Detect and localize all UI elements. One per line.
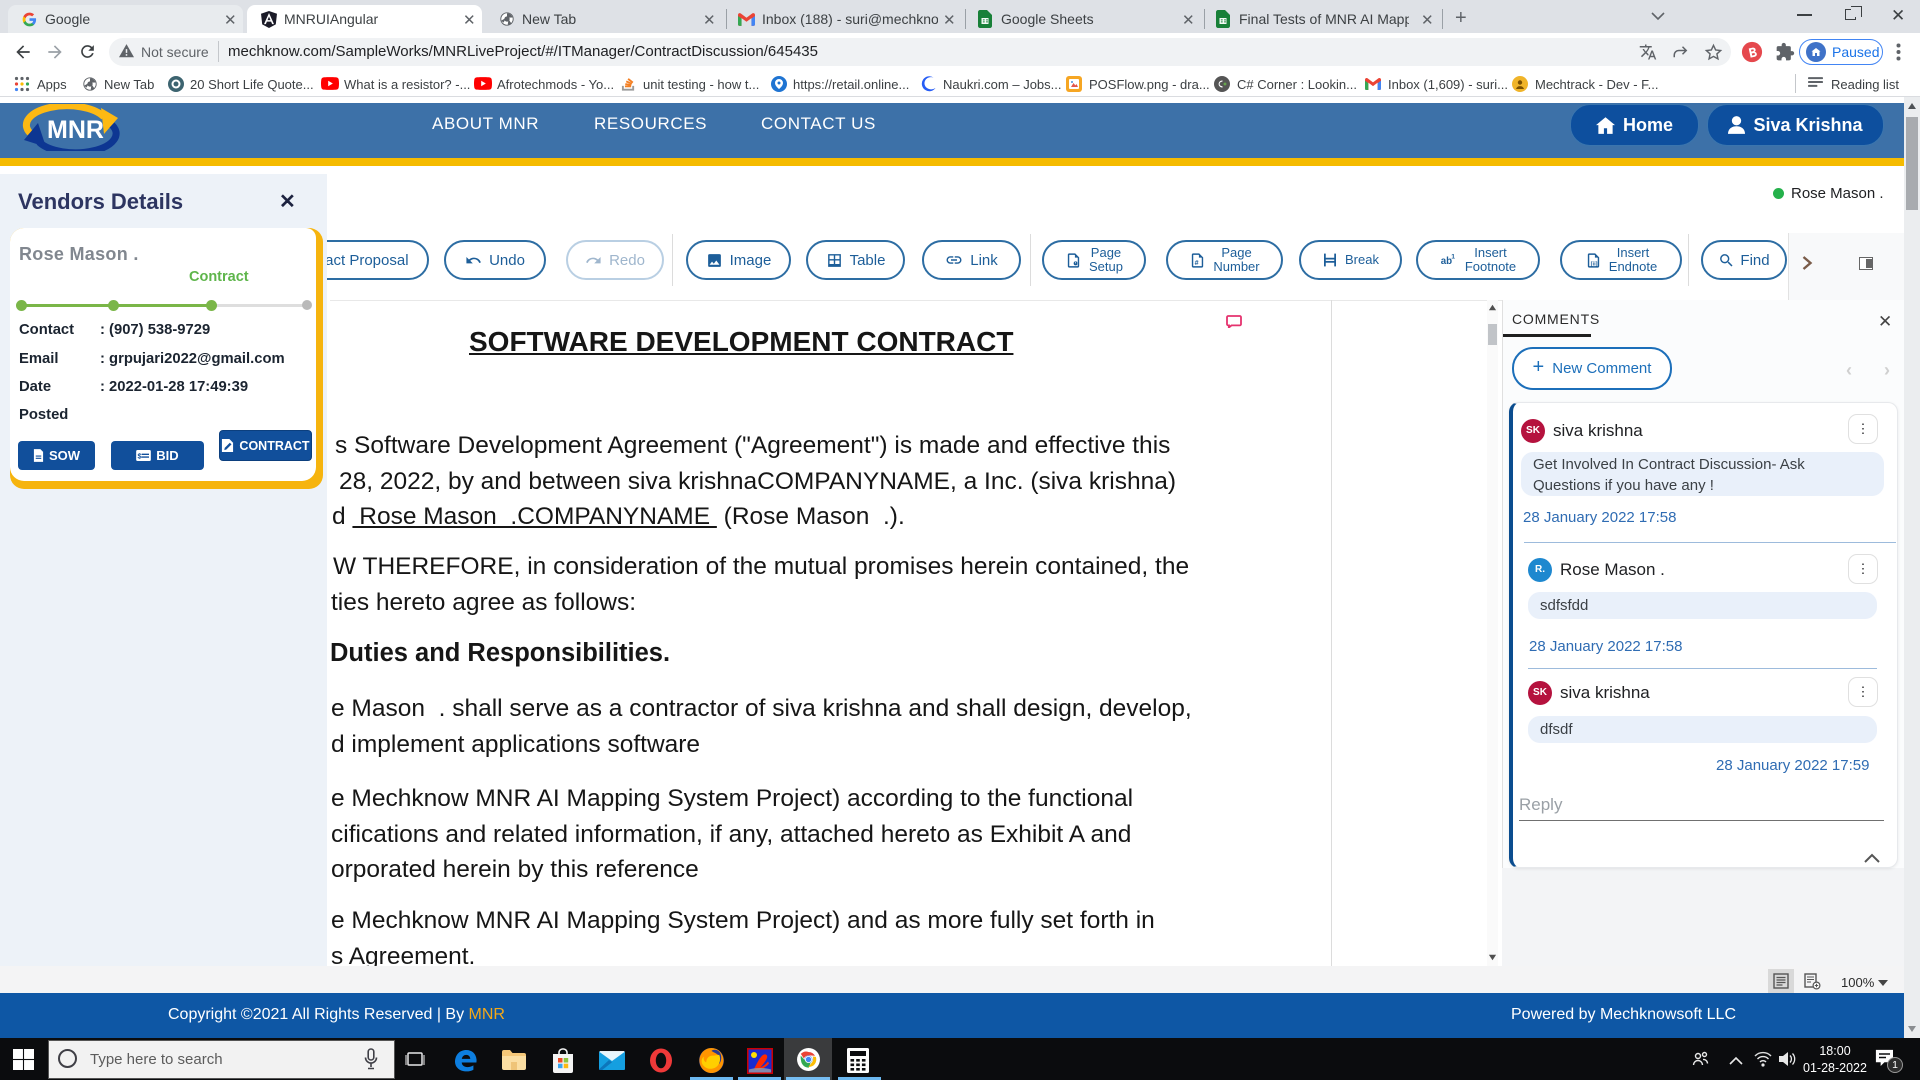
- svg-text:$: $: [138, 451, 142, 460]
- svg-text:[ii]: [ii]: [1590, 261, 1597, 267]
